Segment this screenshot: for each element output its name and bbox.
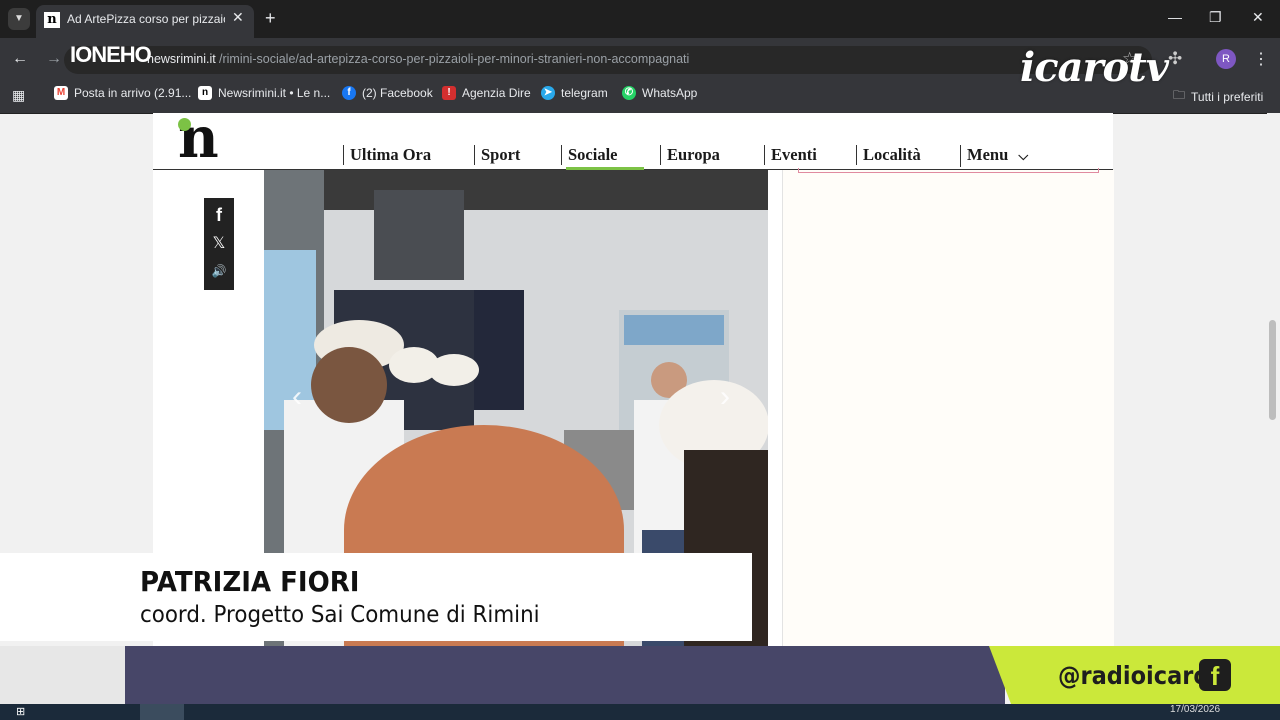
scrollbar-thumb[interactable] [1269,320,1276,420]
speaker-name: PATRIZIA FIORI [140,565,360,598]
nav-eventi[interactable]: Eventi [764,145,817,165]
os-taskbar [0,704,1280,720]
newsrimini-icon: n [198,86,212,100]
apps-grid-icon[interactable]: ▦ [12,87,25,104]
facebook-icon: f [342,86,356,100]
chevron-down-icon: ⌵ [1018,149,1029,164]
telegram-icon: ➤ [541,86,555,100]
forward-arrow-icon[interactable]: → [46,50,62,68]
more-menu-icon[interactable]: ⋮ [1253,49,1269,69]
bookmark-label: (2) Facebook [362,86,433,100]
url-path: /rimini-sociale/ad-artepizza-corso-per-p… [219,52,690,66]
menu-label: Menu [967,145,1009,164]
nav-localita[interactable]: Località [856,145,921,165]
taskbar-date: 17/03/2026 [1170,704,1221,715]
bottom-bar-left [0,646,125,704]
tab-search-button[interactable]: ▼ [8,8,30,30]
gmail-icon: M [54,86,68,100]
dire-icon: ! [442,86,456,100]
close-window-icon[interactable]: ✕ [1252,9,1264,26]
close-tab-icon[interactable]: ✕ [232,9,244,26]
facebook-icon: f [1199,659,1231,691]
bookmark-label: telegram [561,86,608,100]
nav-sport[interactable]: Sport [474,145,520,165]
bookmark-newsrimini[interactable]: n Newsrimini.it • Le n... [198,86,330,100]
nav-menu[interactable]: Menu ⌵ [960,145,1028,167]
back-arrow-icon[interactable]: ← [12,50,28,68]
new-tab-icon[interactable]: + [265,8,276,29]
bottom-bar [125,646,1005,704]
tab-favicon-icon: n [44,12,60,28]
bookmark-label: Newsrimini.it • Le n... [218,86,331,100]
profile-avatar[interactable]: R [1216,49,1236,69]
bookmark-telegram[interactable]: ➤ telegram [541,86,608,100]
channel-watermark: icarotv [1020,44,1169,91]
nav-sociale[interactable]: Sociale [561,145,618,165]
bookmark-facebook[interactable]: f (2) Facebook [342,86,433,100]
bookmark-agenzia-dire[interactable]: ! Agenzia Dire [442,86,531,100]
bookmark-label: Posta in arrivo (2.91... [74,86,192,100]
gallery-prev-icon[interactable]: ‹ [292,380,302,414]
url-domain: newsrimini.it [147,52,216,66]
restore-icon[interactable]: ❐ [1209,9,1222,26]
gallery-next-icon[interactable]: › [720,380,730,414]
facebook-share-icon[interactable]: f [204,205,234,225]
sidebar [782,170,1114,648]
bookmark-label: WhatsApp [642,86,698,100]
bookmark-whatsapp[interactable]: ✆ WhatsApp [622,86,697,100]
bookmark-label: Agenzia Dire [462,86,531,100]
social-handle: @radioicaro [1058,661,1209,690]
windows-start-icon[interactable]: ⊞ [16,705,25,718]
speaker-role: coord. Progetto Sai Comune di Rimini [140,602,540,628]
logo-dot [178,118,191,131]
nav-europa[interactable]: Europa [660,145,720,165]
whatsapp-icon: ✆ [622,86,636,100]
audio-icon[interactable]: 🔊 [204,262,234,280]
ad-box [798,168,1099,173]
bookmark-label: Tutti i preferiti [1191,89,1264,104]
site-logo[interactable]: n [178,108,219,168]
tab-title: Ad ArtePizza corso per pizzaioli [67,12,225,26]
nav-ultima-ora[interactable]: Ultima Ora [343,145,431,165]
x-share-icon[interactable]: 𝕏 [204,233,234,253]
bookmark-gmail[interactable]: M Posta in arrivo (2.91... [54,86,191,100]
overlay-text: IONEHO [70,42,152,67]
extensions-icon[interactable]: ✣ [1168,49,1182,69]
folder-icon: 🗀 [1173,88,1186,102]
taskbar-app-chrome[interactable] [140,704,184,720]
minimize-icon[interactable]: — [1168,9,1182,25]
all-bookmarks-folder[interactable]: 🗀 Tutti i preferiti [1173,86,1263,107]
